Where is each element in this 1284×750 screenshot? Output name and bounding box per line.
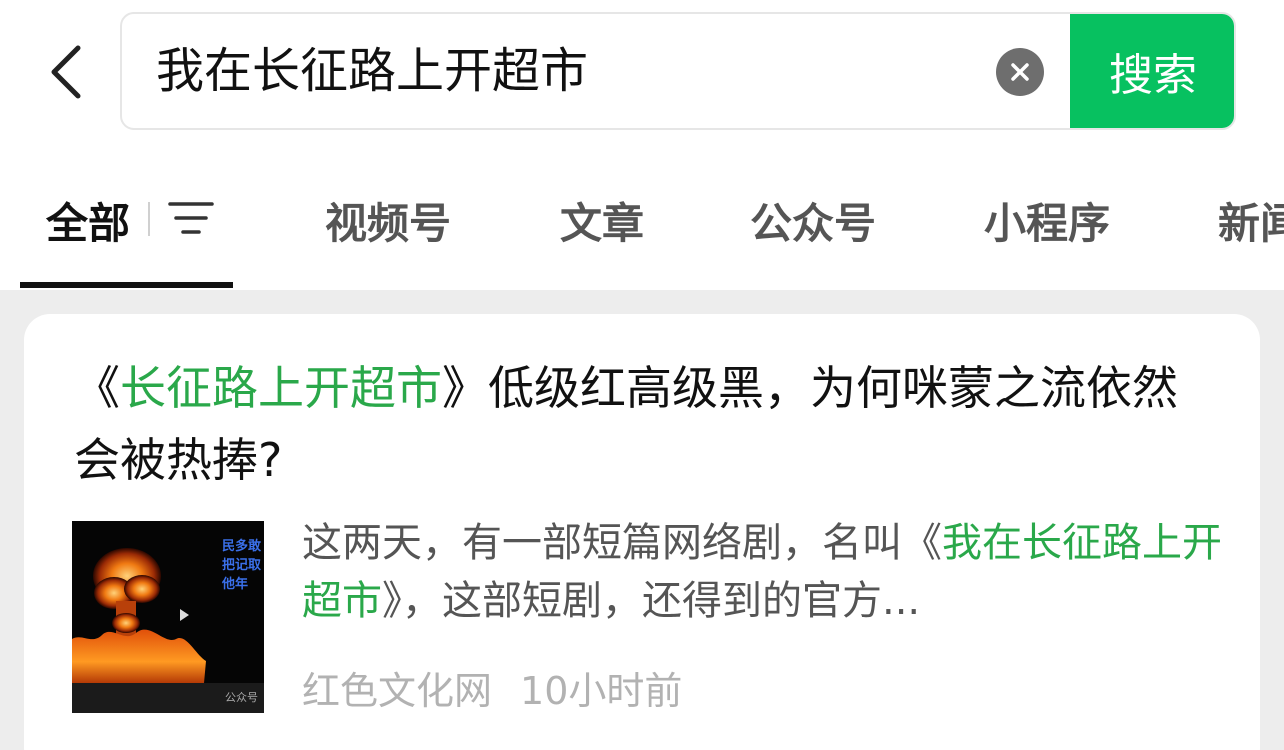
back-arrow-icon	[51, 45, 81, 99]
tab-divider	[148, 202, 150, 236]
play-icon	[180, 609, 189, 621]
result-meta: 红色文化网 10小时前	[302, 660, 682, 715]
tab-bar: 全部 视频号 文章 公众号 小程序 新闻	[0, 170, 1284, 290]
search-box: 搜索	[120, 12, 1236, 130]
active-tab-indicator	[20, 282, 233, 288]
search-input[interactable]	[156, 14, 976, 128]
top-bar: 搜索 全部 视频号 文章 公众号 小程序 新闻	[0, 0, 1284, 290]
result-thumbnail[interactable]: 民多敢把记取他年 公众号	[72, 521, 264, 713]
back-button[interactable]	[30, 30, 102, 114]
thumbnail-overlay-text: 民多敢把记取他年	[222, 539, 262, 592]
result-time: 10小时前	[520, 669, 683, 713]
clear-icon	[1011, 63, 1029, 81]
tab-official-accounts[interactable]: 公众号	[750, 190, 876, 251]
result-card[interactable]: 《长征路上开超市》低级红高级黑，为何咪蒙之流依然会被热捧? 民多敢把记取他年 公…	[24, 314, 1260, 750]
result-snippet: 这两天，有一部短篇网络剧，名叫《我在长征路上开超市》，这部短剧，还得到的官方..…	[302, 520, 1222, 624]
result-title[interactable]: 《长征路上开超市》低级红高级黑，为何咪蒙之流依然会被热捧?	[74, 352, 1204, 496]
thumbnail-footer: 公众号	[72, 683, 264, 713]
thumbnail-watermark: 公众号	[225, 691, 258, 704]
title-highlight: 长征路上开超市	[120, 361, 442, 415]
result-source[interactable]: 红色文化网	[302, 669, 492, 713]
clear-button[interactable]	[996, 48, 1044, 96]
tab-mini-programs[interactable]: 小程序	[984, 190, 1110, 251]
search-button[interactable]: 搜索	[1070, 14, 1234, 128]
filter-icon[interactable]	[168, 198, 214, 238]
tab-channels[interactable]: 视频号	[325, 190, 451, 251]
tab-all[interactable]: 全部	[46, 190, 130, 251]
tab-news[interactable]: 新闻	[1218, 190, 1284, 251]
tab-articles[interactable]: 文章	[560, 190, 644, 251]
